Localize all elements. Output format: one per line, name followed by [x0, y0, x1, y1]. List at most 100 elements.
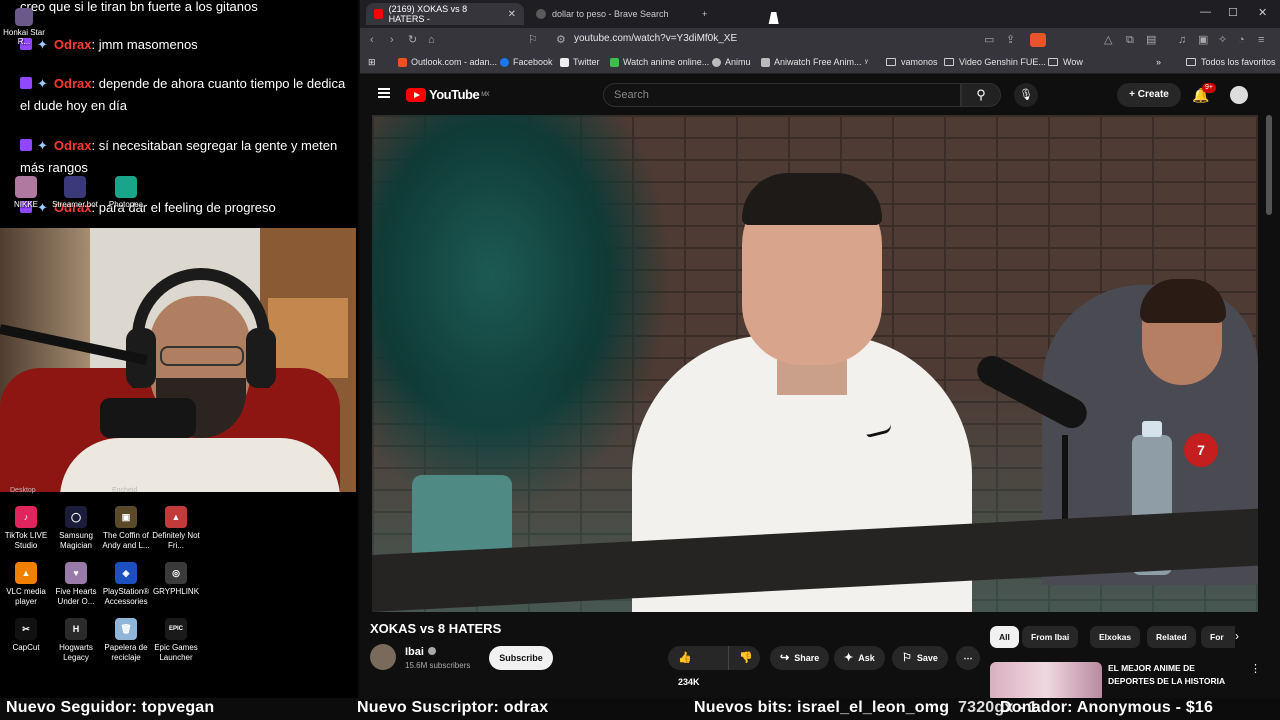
sidebar-icon[interactable]: ▤ [1146, 33, 1156, 47]
close-tab-icon[interactable]: ✕ [508, 9, 516, 20]
back-icon[interactable]: ‹ [370, 33, 374, 47]
desktop-icon-streamerbot[interactable]: Streamer.bot [47, 176, 103, 209]
bookmark-folder-vamonos[interactable]: vamonos [886, 57, 938, 67]
bookmark-watch-anime[interactable]: Watch anime online... [610, 57, 709, 67]
ask-button[interactable]: ✦ Ask [834, 646, 885, 670]
more-horizontal-icon: ⋯ [963, 653, 973, 663]
bookmark-outlook[interactable]: Outlook.com - adan... [398, 57, 497, 67]
nikke-icon [15, 176, 37, 198]
desktop-icon-label: Papelera de reciclaje [104, 643, 148, 662]
bookmark-animu[interactable]: Animu [712, 57, 751, 67]
desktop-icon[interactable]: ◈ PlayStation® Accessories [100, 562, 152, 607]
bookmark-folder-wow[interactable]: Wow [1048, 57, 1083, 67]
chat-user: Odrax [53, 138, 92, 153]
youtube-play-icon [406, 87, 426, 102]
chip-all[interactable]: All [990, 626, 1019, 648]
desktop-icon[interactable]: ◎ GRYPHLINK [150, 562, 202, 597]
desktop-icon-honkai[interactable]: Honkai Star R... [0, 8, 52, 46]
close-window-icon[interactable]: ✕ [1258, 6, 1267, 19]
app-icon: ▲ [165, 506, 187, 528]
desktop-icon[interactable]: ✂ CapCut [0, 618, 52, 653]
bookmark-page-icon[interactable]: ⚐ [528, 33, 538, 47]
video-player[interactable]: 7 [372, 115, 1258, 612]
desktop-icon-label: Photopea [108, 200, 144, 209]
desktop-icon[interactable]: 🗑 Papelera de reciclaje [100, 618, 152, 663]
forward-icon[interactable]: › [390, 33, 394, 47]
new-tab-button[interactable]: + [694, 3, 715, 25]
channel-name[interactable]: Ibai [405, 646, 436, 658]
desktop-icon[interactable]: EPIC Epic Games Launcher [150, 618, 202, 663]
maximize-icon[interactable]: ☐ [1228, 6, 1238, 19]
folder-icon [886, 58, 896, 66]
webcam-microphone [100, 398, 196, 438]
cast-icon[interactable]: ▭ [984, 33, 994, 47]
bookmark-more-icon[interactable]: ʸ [865, 57, 868, 67]
desktop-icon[interactable]: ▣ The Coffin of Andy and L... [100, 506, 152, 551]
rewards-icon[interactable]: △ [1104, 33, 1112, 47]
desktop-icon[interactable]: ▲ Definitely Not Fri... [150, 506, 202, 551]
desktop-icon-label: Samsung Magician [59, 531, 93, 550]
recommended-title[interactable]: EL MEJOR ANIME DE DEPORTES DE LA HISTORI… [1108, 662, 1238, 688]
desktop-icon[interactable]: ◯ Samsung Magician [50, 506, 102, 551]
search-button[interactable]: ⚲ [961, 83, 1001, 107]
account-avatar[interactable] [1230, 86, 1248, 104]
apps-grid-icon[interactable]: ⊞ [368, 57, 376, 68]
share-page-icon[interactable]: ⇪ [1006, 33, 1015, 47]
desktop-icon[interactable]: ♥ Five Hearts Under O... [50, 562, 102, 607]
more-actions-button[interactable]: ⋯ [956, 646, 980, 670]
bookmarks-overflow-icon[interactable]: » [1156, 57, 1161, 67]
more-vertical-icon[interactable]: ⋮ [1250, 662, 1261, 675]
desktop-icon[interactable]: ▲ VLC media player [0, 562, 52, 607]
chevron-right-icon[interactable]: › [1235, 629, 1239, 643]
bookmark-folder-genshin[interactable]: Video Genshin FUE... [944, 57, 1046, 67]
reload-icon[interactable]: ↻ [408, 33, 417, 47]
voice-search-button[interactable]: 🎙 [1014, 83, 1038, 107]
create-button[interactable]: + Create [1117, 83, 1181, 107]
search-input[interactable]: Search [603, 83, 961, 107]
leo-icon[interactable]: ✧ [1218, 33, 1227, 47]
bookmark-twitter[interactable]: Twitter [560, 57, 600, 67]
brave-shield-icon[interactable] [1030, 33, 1046, 47]
desktop-icon-label: TikTok LIVE Studio [4, 531, 48, 550]
bookmark-facebook[interactable]: Facebook [500, 57, 553, 67]
site-info-icon[interactable]: ⚙ [556, 33, 566, 47]
extensions-icon[interactable]: ⧉ [1126, 33, 1134, 47]
save-button[interactable]: ⚐ Save [892, 646, 948, 670]
desktop-icon[interactable]: H Hogwarts Legacy [50, 618, 102, 663]
desktop-icon-label: VLC media player [6, 587, 46, 606]
app-icon: EPIC [165, 618, 187, 640]
notification-count-badge: 9+ [1202, 83, 1216, 93]
youtube-page: YouTube MX Search ⚲ 🎙 + Create 🔔 9+ 7 XO… [360, 75, 1280, 698]
desktop-icon-photopea[interactable]: Photopea [98, 176, 154, 209]
chip-from-ibai[interactable]: From Ibai [1022, 626, 1079, 648]
all-bookmarks[interactable]: Todos los favoritos [1186, 57, 1276, 67]
recommended-thumbnail[interactable] [990, 662, 1102, 698]
page-scrollbar[interactable] [1266, 115, 1272, 215]
vpn-icon[interactable]: ◔ [1238, 33, 1245, 47]
desktop-icon-label: Honkai Star R... [3, 28, 45, 46]
share-button[interactable]: ↪ Share [770, 646, 830, 670]
bookmark-aniwatch[interactable]: Aniwatch Free Anim... [761, 57, 862, 67]
tab-brave-search[interactable]: dollar to peso - Brave Search [528, 3, 688, 25]
nav-toolbar: ‹ › ↻ ⌂ ⚐ ⚙ youtube.com/watch?v=Y3diMf0k… [360, 28, 1280, 52]
menu-icon[interactable]: ≡ [1258, 33, 1264, 47]
home-icon[interactable]: ⌂ [428, 33, 435, 47]
desktop-icon-nikke[interactable]: NIKKE [0, 176, 54, 209]
chat-line: ✦ Odrax: sí necesitaban segregar la gente… [20, 135, 350, 179]
chip-related[interactable]: Related [1147, 626, 1196, 648]
minimize-icon[interactable]: — [1200, 6, 1211, 18]
wallet-icon[interactable]: ▣ [1198, 33, 1208, 47]
chip-for-you[interactable]: For yo [1201, 626, 1235, 648]
dislike-button[interactable]: 👎 [728, 646, 760, 670]
channel-avatar[interactable] [370, 644, 396, 670]
music-icon[interactable]: ♫ [1178, 33, 1186, 47]
youtube-logo[interactable]: YouTube MX [406, 87, 490, 102]
chip-elxokas[interactable]: Elxokas [1090, 626, 1141, 648]
subscribe-button[interactable]: Subscribe [489, 646, 553, 670]
twitch-badge-icon [20, 77, 32, 89]
address-bar[interactable]: youtube.com/watch?v=Y3diMf0k_XE [574, 33, 737, 44]
like-button[interactable]: 👍 234K [668, 646, 728, 687]
tab-youtube[interactable]: (2169) XOKAS vs 8 HATERS - ✕ [366, 3, 524, 25]
desktop-icon[interactable]: ♪ TikTok LIVE Studio [0, 506, 52, 551]
hamburger-menu-icon[interactable] [378, 88, 390, 98]
